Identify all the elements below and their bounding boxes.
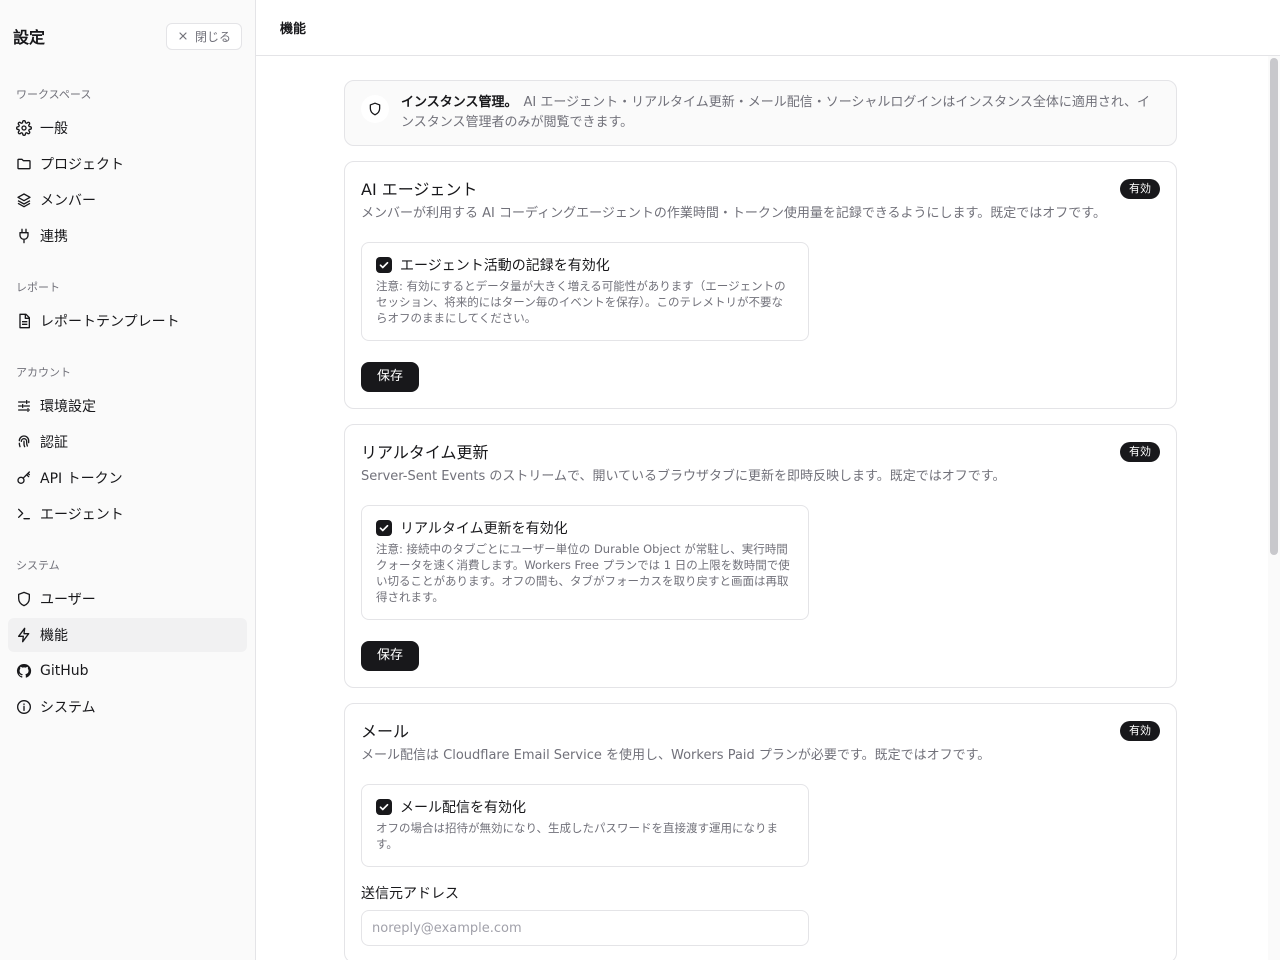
topbar: 機能 bbox=[256, 0, 1280, 56]
card-description: Server-Sent Events のストリームで、開いているブラウザタブに更… bbox=[361, 469, 1006, 484]
close-button-label: 閉じる bbox=[194, 29, 231, 44]
agent-activity-option: エージェント活動の記録を有効化 注意: 有効にするとデータ量が大きく増える可能性… bbox=[361, 242, 809, 341]
sidebar-item-label: 一般 bbox=[40, 121, 68, 137]
sidebar-item-api-tokens[interactable]: API トークン bbox=[8, 461, 247, 495]
sidebar-item-features[interactable]: 機能 bbox=[8, 618, 247, 652]
close-icon bbox=[179, 32, 187, 40]
option-label: メール配信を有効化 bbox=[400, 800, 526, 816]
check-icon bbox=[379, 803, 389, 811]
layers-icon bbox=[17, 193, 31, 208]
page-title: 機能 bbox=[280, 22, 307, 37]
sidebar-item-integrations[interactable]: 連携 bbox=[8, 219, 247, 253]
realtime-checkbox[interactable] bbox=[376, 520, 392, 536]
main-content: インスタンス管理。 AI エージェント・リアルタイム更新・メール配信・ソーシャルロ… bbox=[344, 80, 1177, 960]
status-badge: 有効 bbox=[1120, 179, 1160, 199]
option-note: 注意: 有効にするとデータ量が大きく増える可能性があります（エージェントのセッシ… bbox=[376, 279, 786, 325]
sidebar-header: 設定 閉じる bbox=[0, 0, 255, 72]
mail-card: メール 有効 メール配信は Cloudflare Email Service を… bbox=[344, 703, 1177, 960]
sidebar-item-agents[interactable]: エージェント bbox=[8, 497, 247, 531]
sender-address-label: 送信元アドレス bbox=[361, 886, 459, 902]
sidebar-item-label: メンバー bbox=[40, 193, 96, 209]
zap-icon bbox=[18, 627, 30, 643]
realtime-option: リアルタイム更新を有効化 注意: 接続中のタブごとにユーザー単位の Durabl… bbox=[361, 505, 809, 620]
notice-text: インスタンス管理。 AI エージェント・リアルタイム更新・メール配信・ソーシャルロ… bbox=[401, 93, 1162, 133]
sidebar-item-general[interactable]: 一般 bbox=[8, 111, 247, 145]
sidebar-item-label: 認証 bbox=[40, 435, 68, 451]
sidebar-item-preferences[interactable]: 環境設定 bbox=[8, 389, 247, 423]
sidebar-item-label: 機能 bbox=[40, 628, 68, 644]
document-icon bbox=[19, 313, 30, 329]
option-row: エージェント活動の記録を有効化 bbox=[376, 255, 794, 275]
option-label: リアルタイム更新を有効化 bbox=[400, 521, 568, 537]
sidebar-item-members[interactable]: メンバー bbox=[8, 183, 247, 217]
option-label: エージェント活動の記録を有効化 bbox=[400, 258, 610, 274]
sidebar-item-label: エージェント bbox=[40, 507, 124, 523]
mail-option: メール配信を有効化 オフの場合は招待が無効になり、生成したパスワードを直接渡す運… bbox=[361, 784, 809, 867]
shield-icon bbox=[18, 591, 30, 607]
sender-address-input[interactable] bbox=[361, 910, 809, 946]
option-row: メール配信を有効化 bbox=[376, 797, 794, 817]
close-button[interactable]: 閉じる bbox=[165, 22, 242, 50]
notice-title: インスタンス管理。 bbox=[401, 95, 518, 110]
sidebar-item-projects[interactable]: プロジェクト bbox=[8, 147, 247, 181]
realtime-card: リアルタイム更新 有効 Server-Sent Events のストリームで、開… bbox=[344, 424, 1177, 688]
plug-icon bbox=[19, 228, 29, 244]
card-title: リアルタイム更新 bbox=[361, 443, 489, 462]
save-button[interactable]: 保存 bbox=[361, 362, 420, 392]
sidebar-item-label: ユーザー bbox=[40, 592, 96, 608]
folder-icon bbox=[17, 158, 31, 170]
sidebar-item-report-templates[interactable]: レポートテンプレート bbox=[8, 304, 247, 338]
scrollbar-thumb[interactable] bbox=[1270, 58, 1278, 555]
card-description: メール配信は Cloudflare Email Service を使用し、Wor… bbox=[361, 748, 991, 763]
check-icon bbox=[379, 524, 389, 532]
sidebar-item-label: 連携 bbox=[40, 229, 68, 245]
sidebar-item-label: レポートテンプレート bbox=[40, 314, 180, 330]
sidebar-title: 設定 bbox=[13, 28, 46, 47]
sidebar-item-system[interactable]: システム bbox=[8, 690, 247, 724]
sidebar-item-authentication[interactable]: 認証 bbox=[8, 425, 247, 459]
key-icon bbox=[17, 471, 30, 484]
sidebar-item-label: GitHub bbox=[40, 663, 89, 679]
sidebar-item-label: プロジェクト bbox=[40, 157, 124, 173]
option-note: オフの場合は招待が無効になり、生成したパスワードを直接渡す運用になります。 bbox=[376, 821, 779, 851]
notice-icon-wrap bbox=[361, 95, 389, 123]
mail-checkbox[interactable] bbox=[376, 799, 392, 815]
fingerprint-icon bbox=[18, 435, 30, 448]
option-note: 注意: 接続中のタブごとにユーザー単位の Durable Object が常駐し… bbox=[376, 542, 790, 604]
status-badge: 有効 bbox=[1120, 721, 1160, 741]
ai-agent-card: AI エージェント 有効 メンバーが利用する AI コーディングエージェントの作… bbox=[344, 161, 1177, 409]
status-badge: 有効 bbox=[1120, 442, 1160, 462]
card-title: AI エージェント bbox=[361, 180, 478, 199]
sidebar-item-label: システム bbox=[40, 700, 96, 716]
gear-icon bbox=[16, 120, 32, 136]
card-description: メンバーが利用する AI コーディングエージェントの作業時間・トークン使用量を記… bbox=[361, 206, 1106, 221]
agent-activity-checkbox[interactable] bbox=[376, 257, 392, 273]
sidebar-item-label: 環境設定 bbox=[40, 399, 96, 415]
check-icon bbox=[379, 261, 389, 269]
section-label-workspace: ワークスペース bbox=[16, 88, 92, 101]
info-icon bbox=[17, 700, 31, 714]
terminal-icon bbox=[18, 508, 30, 520]
card-title: メール bbox=[361, 722, 410, 741]
sidebar-item-label: API トークン bbox=[40, 471, 123, 487]
sidebar-item-users[interactable]: ユーザー bbox=[8, 582, 247, 616]
shield-icon bbox=[369, 102, 381, 116]
option-row: リアルタイム更新を有効化 bbox=[376, 518, 794, 538]
section-label-reports: レポート bbox=[16, 281, 60, 294]
section-label-account: アカウント bbox=[16, 366, 71, 379]
github-icon bbox=[16, 663, 32, 678]
instance-notice: インスタンス管理。 AI エージェント・リアルタイム更新・メール配信・ソーシャルロ… bbox=[344, 80, 1177, 146]
sidebar: 設定 閉じる ワークスペース 一般 プロジェクト メンバー 連携 レポート レポ… bbox=[0, 0, 256, 960]
save-button[interactable]: 保存 bbox=[361, 641, 420, 671]
section-label-system: システム bbox=[16, 559, 60, 572]
sliders-icon bbox=[18, 400, 30, 412]
sidebar-item-github[interactable]: GitHub bbox=[8, 654, 247, 688]
